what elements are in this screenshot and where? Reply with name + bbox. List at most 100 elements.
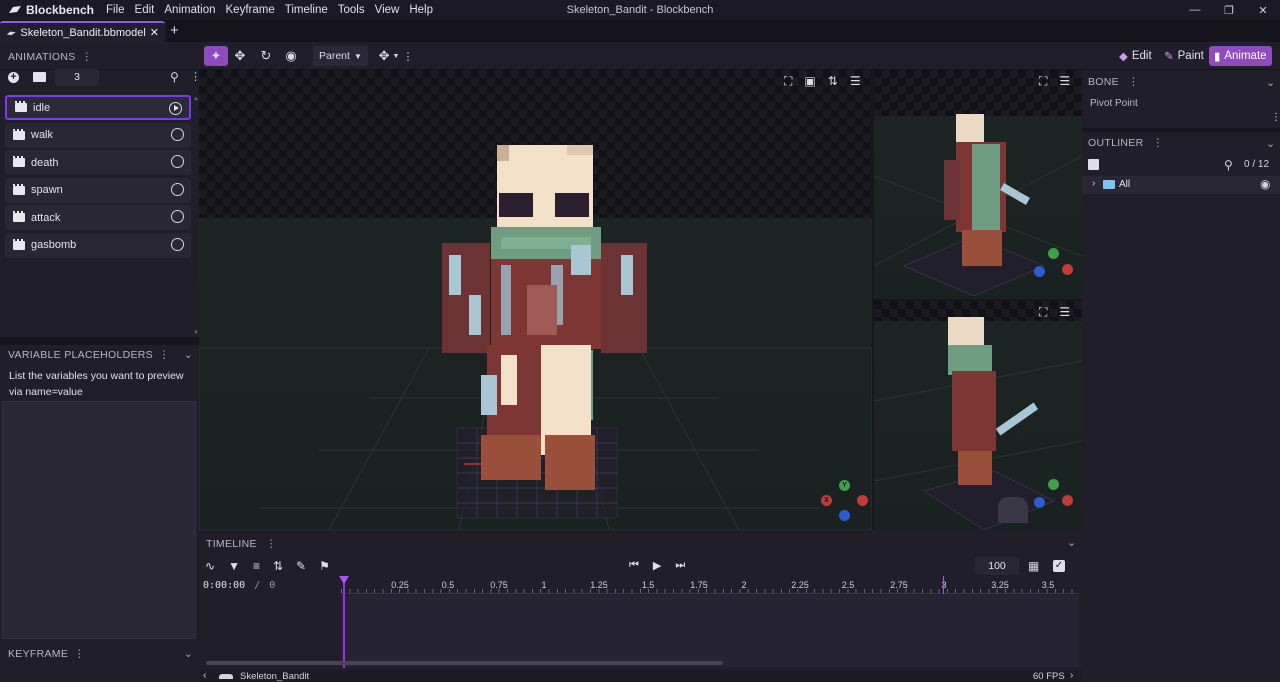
screenshot-icon[interactable]: ▣: [804, 74, 815, 89]
animation-item-idle[interactable]: idle: [5, 95, 191, 120]
animation-item-death[interactable]: death: [5, 150, 191, 175]
menu-keyframe[interactable]: Keyframe: [226, 4, 275, 16]
axis-gizmo[interactable]: [1032, 248, 1082, 288]
play-animation-icon[interactable]: [171, 237, 184, 251]
play-icon[interactable]: ▶: [653, 559, 661, 572]
channels-icon[interactable]: ≡: [253, 559, 260, 573]
animation-item-walk[interactable]: walk: [5, 122, 191, 148]
play-animation-icon[interactable]: [171, 155, 184, 168]
panel-menu-icon[interactable]: ⋮: [1128, 76, 1139, 88]
hamburger-menu-icon[interactable]: ☰: [850, 74, 861, 89]
collapse-icon[interactable]: ⌄: [1067, 536, 1076, 549]
pencil-icon[interactable]: ✎: [296, 559, 306, 573]
add-tab-icon[interactable]: +: [170, 22, 179, 39]
space-select[interactable]: Parent ▼: [313, 46, 368, 66]
menu-view[interactable]: View: [375, 4, 400, 16]
play-animation-icon[interactable]: [169, 102, 182, 115]
skeleton-bandit-model[interactable]: [441, 145, 651, 495]
menu-animation[interactable]: Animation: [164, 4, 215, 16]
panel-menu-icon[interactable]: ⋮: [82, 51, 93, 63]
gizmo-z[interactable]: [1034, 266, 1045, 277]
menu-help[interactable]: Help: [409, 4, 433, 16]
collapse-icon[interactable]: ⌄: [184, 349, 193, 361]
panel-menu-icon[interactable]: ⋮: [1153, 137, 1164, 149]
gizmo-x[interactable]: [1062, 264, 1073, 275]
gizmo-y[interactable]: [1048, 479, 1059, 490]
play-animation-icon[interactable]: [171, 127, 184, 141]
rotate-tool-icon[interactable]: ↻: [258, 46, 274, 66]
pose-tool-icon[interactable]: ✦: [204, 46, 228, 66]
mode-animate[interactable]: ▮ Animate: [1209, 46, 1272, 66]
timeline-zoom-input[interactable]: 100: [975, 557, 1019, 575]
gizmo-y[interactable]: Y: [839, 480, 850, 491]
sort-icon[interactable]: ⇅: [828, 74, 838, 89]
search-icon[interactable]: ⚲: [1224, 158, 1233, 172]
eye-icon[interactable]: ◉: [1260, 177, 1270, 191]
main-viewport[interactable]: ⛶ ▣ ⇅ ☰ Y X: [199, 70, 872, 530]
skip-forward-icon[interactable]: ⏭: [675, 559, 685, 572]
filter-icon[interactable]: ▼: [228, 559, 240, 573]
axis-gizmo[interactable]: [1032, 479, 1082, 519]
more-options-icon[interactable]: ⋮: [403, 46, 414, 66]
play-animation-icon[interactable]: [171, 182, 184, 196]
playhead[interactable]: [343, 576, 345, 668]
timeline-ruler[interactable]: 0.25 0.5 0.75 1 1.25 1.5 1.75 2 2.25 2.5…: [341, 576, 1079, 594]
close-tab-icon[interactable]: ✕: [150, 26, 159, 39]
mode-edit[interactable]: ◆ Edit: [1114, 46, 1157, 66]
gizmo-z[interactable]: [1034, 497, 1045, 508]
gizmo-z[interactable]: [839, 510, 850, 521]
checkbox-icon[interactable]: ✓: [1053, 560, 1065, 572]
collapse-icon[interactable]: ⌄: [184, 648, 193, 660]
animation-item-gasbomb[interactable]: gasbomb: [5, 232, 191, 258]
transform-options-icon[interactable]: ✥ ▼: [375, 46, 403, 66]
variable-placeholders-textarea[interactable]: [2, 401, 196, 639]
fullscreen-icon[interactable]: ⛶: [784, 74, 792, 89]
chevron-right-icon[interactable]: ›: [1092, 178, 1095, 189]
move-tool-icon[interactable]: ✥: [232, 46, 248, 66]
animation-item-spawn[interactable]: spawn: [5, 177, 191, 203]
play-animation-icon[interactable]: [171, 210, 184, 223]
hamburger-menu-icon[interactable]: ☰: [1059, 74, 1070, 89]
axis-gizmo[interactable]: Y X: [819, 480, 872, 521]
skip-back-icon[interactable]: ⏮: [629, 559, 639, 572]
outliner-row-all[interactable]: › All ◉: [1082, 176, 1280, 194]
menu-timeline[interactable]: Timeline: [285, 4, 328, 16]
close-window-icon[interactable]: ✕: [1246, 0, 1280, 20]
camera-preset-icon[interactable]: [998, 497, 1028, 523]
graph-editor-icon[interactable]: ∿: [205, 559, 215, 573]
gizmo-x-neg[interactable]: [857, 495, 868, 506]
fullscreen-icon[interactable]: ⛶: [1039, 74, 1047, 89]
bone-options-icon[interactable]: ⋮: [1271, 112, 1280, 123]
fullscreen-icon[interactable]: ⛶: [1039, 305, 1047, 320]
animation-item-attack[interactable]: attack: [5, 205, 191, 230]
add-cube-icon[interactable]: [1088, 159, 1099, 170]
gizmo-y[interactable]: [1048, 248, 1059, 259]
panel-menu-icon[interactable]: ⋮: [266, 538, 277, 550]
add-animation-icon[interactable]: +: [8, 72, 19, 83]
horizontal-scrollbar[interactable]: [206, 661, 723, 665]
chevron-left-icon[interactable]: ‹: [203, 670, 206, 681]
maximize-icon[interactable]: ❐: [1212, 0, 1246, 20]
timeline-keyframe-area[interactable]: [341, 595, 1079, 667]
menu-edit[interactable]: Edit: [135, 4, 155, 16]
gizmo-x[interactable]: [1062, 495, 1073, 506]
gizmo-x[interactable]: X: [821, 495, 832, 506]
playhead-handle[interactable]: [339, 576, 349, 584]
sort-keyframes-icon[interactable]: ⇅: [273, 559, 283, 573]
mode-paint[interactable]: ✎ Paint: [1159, 46, 1209, 66]
pivot-tool-icon[interactable]: ◉: [283, 46, 299, 66]
collapse-icon[interactable]: ⌄: [1266, 76, 1275, 89]
tab-skeleton-bandit[interactable]: Skeleton_Bandit.bbmodel ✕: [0, 21, 165, 42]
search-icon[interactable]: ⚲: [170, 70, 179, 84]
viewport-bottom-right[interactable]: ⛶ ☰: [874, 301, 1082, 530]
minimize-icon[interactable]: —: [1178, 0, 1212, 20]
grid-icon[interactable]: ▦: [1028, 559, 1039, 573]
add-folder-icon[interactable]: [33, 72, 46, 82]
viewport-top-right[interactable]: ⛶ ☰: [874, 70, 1082, 299]
chevron-right-icon[interactable]: ›: [1070, 670, 1073, 681]
hamburger-menu-icon[interactable]: ☰: [1059, 305, 1070, 320]
panel-menu-icon[interactable]: ⋮: [74, 648, 85, 660]
menu-tools[interactable]: Tools: [338, 4, 365, 16]
collapse-icon[interactable]: ⌄: [1266, 137, 1275, 150]
menu-file[interactable]: File: [106, 4, 125, 16]
